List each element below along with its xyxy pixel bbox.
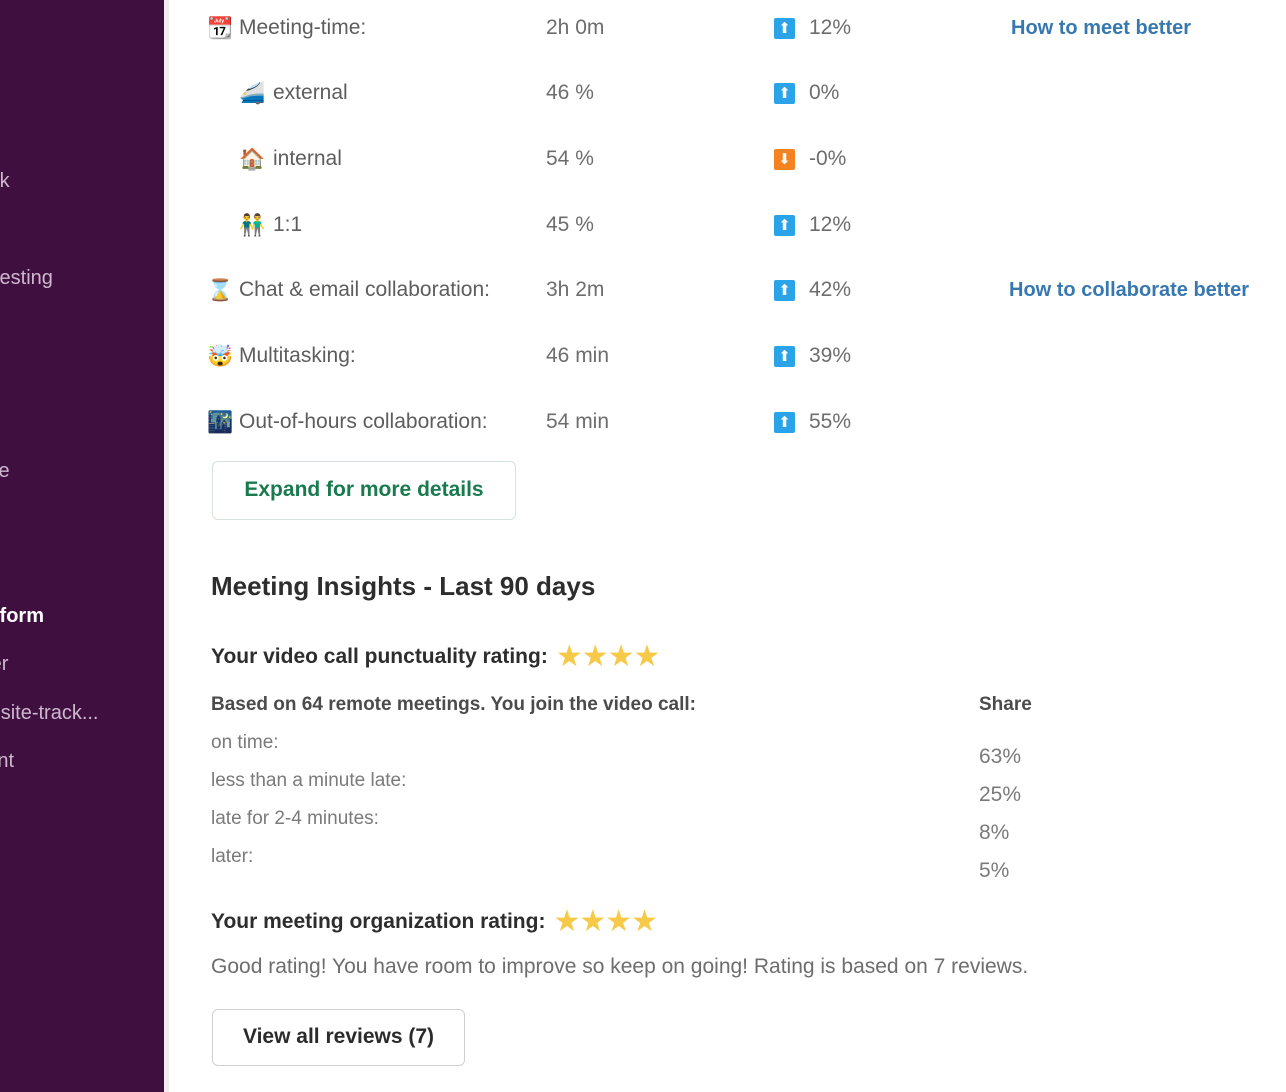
punctuality-share-value: 8% [979, 821, 1010, 844]
metric-delta: -0% [809, 147, 847, 170]
sidebar-item-platform[interactable]: platform [0, 603, 164, 629]
metric-row: 👬 1:1 45 % ⬆ 12% [169, 208, 1286, 242]
meeting-insights-heading: Meeting Insights - Last 90 days [211, 571, 596, 601]
metric-label: external [273, 81, 348, 104]
metric-value: 2h 0m [546, 16, 605, 39]
main-content: 📆 Meeting-time: 2h 0m ⬆ 12% How to meet bette… [169, 0, 1286, 1092]
trend-up-icon: ⬆ [774, 18, 795, 39]
metric-help-link[interactable]: How to collaborate better [1009, 273, 1249, 307]
punctuality-label: later: [211, 846, 254, 867]
metric-row: ⌛ Chat & email collaboration: 3h 2m ⬆ 42% How… [169, 273, 1286, 307]
metric-value: 45 % [546, 213, 594, 236]
metric-label: Chat & email collaboration: [239, 278, 490, 301]
punctuality-label: on time: [211, 732, 279, 753]
trend-up-icon: ⬆ [774, 346, 795, 367]
sidebar-item-for-testing[interactable]: for-testing [0, 265, 164, 291]
metric-label: Out-of-hours collaboration: [239, 410, 488, 433]
punctuality-share-value: 25% [979, 783, 1022, 806]
metric-row: 🤯 Multitasking: 46 min ⬆ 39% [169, 339, 1286, 373]
metric-delta: 0% [809, 81, 840, 104]
metric-label: 1:1 [273, 213, 303, 236]
trend-up-icon: ⬆ [774, 83, 795, 104]
view-all-reviews-button[interactable]: View all reviews (7) [212, 1009, 465, 1066]
trend-up-icon: ⬆ [774, 412, 795, 433]
house-icon: 🏠 [239, 147, 266, 171]
metric-value: 46 min [546, 344, 610, 367]
organization-rating-row: Your meeting organization rating: ★★★★ [211, 904, 658, 939]
sidebar-item-website-track-[interactable]: website-track... [0, 700, 164, 726]
metric-label: internal [273, 147, 342, 170]
punctuality-rating-label: Your video call punctuality rating: [211, 645, 548, 668]
punctuality-rating-row: Your video call punctuality rating: ★★★★ [211, 639, 661, 674]
sidebar-item-more[interactable]: more [0, 458, 164, 484]
share-column-header: Share [979, 694, 1032, 715]
organization-stars: ★★★★ [553, 904, 658, 939]
trend-up-icon: ⬆ [774, 215, 795, 236]
metric-delta: 12% [809, 213, 852, 236]
punctuality-label: less than a minute late: [211, 770, 407, 791]
metric-value: 54 min [546, 410, 610, 433]
sidebar-item-hub[interactable]: hub [0, 554, 164, 580]
metric-row: 🚄 external 46 % ⬆ 0% [169, 76, 1286, 110]
organization-rating-label: Your meeting organization rating: [211, 910, 546, 933]
metric-help-link[interactable]: How to meet better [1011, 11, 1191, 45]
metric-row: 🌃 Out-of-hours collaboration: 54 min ⬆ 55% [169, 405, 1286, 439]
punctuality-label: late for 2-4 minutes: [211, 808, 379, 829]
metric-value: 46 % [546, 81, 594, 104]
metric-delta: 39% [809, 344, 852, 367]
calendar-icon: 📆 [207, 16, 234, 40]
metric-row: 📆 Meeting-time: 2h 0m ⬆ 12% How to meet bette… [169, 11, 1286, 45]
hourglass-icon: ⌛ [207, 278, 234, 302]
metric-delta: 42% [809, 278, 852, 301]
punctuality-caption: Based on 64 remote meetings. You join th… [211, 694, 696, 715]
punctuality-share-value: 5% [979, 859, 1010, 882]
punctuality-share-value: 63% [979, 745, 1022, 768]
metric-value: 3h 2m [546, 278, 605, 301]
metric-delta: 55% [809, 410, 852, 433]
sidebar-item-agent[interactable]: agent [0, 748, 164, 774]
sidebar: slack for-testing more hub platform letter web… [0, 0, 164, 1092]
punctuality-stars: ★★★★ [555, 639, 661, 674]
trend-down-icon: ⬇ [774, 149, 795, 170]
train-icon: 🚄 [239, 81, 266, 105]
night-city-icon: 🌃 [207, 410, 234, 434]
organization-rating-note: Good rating! You have room to improve so… [211, 955, 1029, 978]
metric-label: Multitasking: [239, 344, 356, 367]
exploding-head-icon: 🤯 [207, 344, 234, 368]
sidebar-item-slack[interactable]: slack [0, 168, 164, 194]
expand-for-more-details-button[interactable]: Expand for more details [212, 461, 516, 520]
metric-delta: 12% [809, 16, 852, 39]
two-people-icon: 👬 [239, 213, 266, 237]
sidebar-item-letter[interactable]: letter [0, 651, 164, 677]
metric-row: 🏠 internal 54 % ⬇ -0% [169, 142, 1286, 176]
metric-value: 54 % [546, 147, 594, 170]
metric-label: Meeting-time: [239, 16, 367, 39]
trend-up-icon: ⬆ [774, 280, 795, 301]
